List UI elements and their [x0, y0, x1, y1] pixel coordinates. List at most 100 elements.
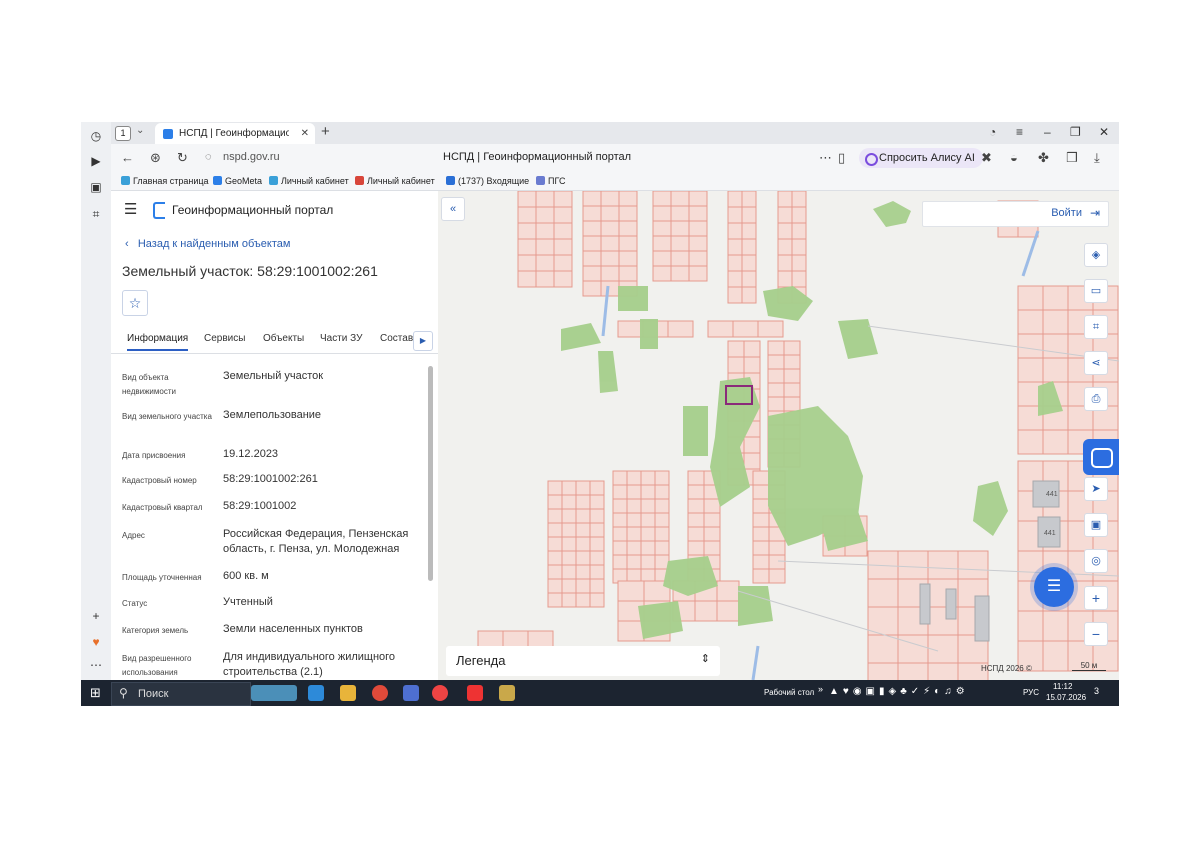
- share-icon[interactable]: ⋖: [1084, 351, 1108, 375]
- heart-icon[interactable]: ♥: [88, 634, 104, 650]
- weather-widget-icon[interactable]: [251, 685, 297, 701]
- screenshot-icon[interactable]: ⌗: [88, 206, 104, 222]
- desktop-label[interactable]: Рабочий стол: [764, 688, 814, 697]
- bookmark-item[interactable]: Личный кабинет: [269, 176, 349, 186]
- parcel: [707, 320, 734, 338]
- notifications-badge[interactable]: 3: [1094, 686, 1099, 696]
- tab-parts[interactable]: Части ЗУ: [320, 333, 362, 344]
- tab-services[interactable]: Сервисы: [204, 333, 245, 344]
- parcel: [727, 340, 745, 358]
- tab-bar: 1 ⌄ НСПД | Геоинформационі ✕ + ◔ ≡ – ❐ ✕: [111, 122, 1119, 144]
- parcel: [667, 320, 694, 338]
- parcel: [1042, 333, 1069, 359]
- tabs-scroll-right-icon[interactable]: ▶: [413, 331, 433, 351]
- collapse-panel-icon[interactable]: «: [441, 197, 465, 221]
- menu-icon[interactable]: ☰: [124, 200, 137, 218]
- assistant-chat-button[interactable]: ☰: [1034, 567, 1074, 607]
- taskbar-search[interactable]: ⚲ Поиск: [111, 682, 251, 706]
- reload-icon[interactable]: ↻: [177, 150, 188, 166]
- tab-nspd[interactable]: НСПД | Геоинформационі ✕: [155, 123, 315, 144]
- parcel: [743, 356, 761, 374]
- edge-icon[interactable]: [308, 685, 324, 701]
- more-dots-icon[interactable]: ⋯: [819, 150, 832, 166]
- collections-icon[interactable]: ❒: [1066, 150, 1078, 166]
- locate-icon[interactable]: ◎: [1084, 549, 1108, 573]
- bookmark-icon[interactable]: ▯: [838, 150, 845, 166]
- ruler-icon[interactable]: ▭: [1084, 279, 1108, 303]
- extensions-icon[interactable]: ✤: [1038, 150, 1049, 166]
- tab-composition[interactable]: Состав: [380, 333, 413, 344]
- navigate-icon[interactable]: ➤: [1084, 477, 1108, 501]
- parcel: [688, 191, 708, 207]
- parcel: [783, 382, 801, 398]
- bookmark-item[interactable]: Личный кабинет: [355, 176, 435, 186]
- parcel: [575, 536, 591, 552]
- restore-icon[interactable]: ❐: [1070, 125, 1081, 139]
- close-window-icon[interactable]: ✕: [1099, 125, 1109, 139]
- bookmark-item[interactable]: Главная страница: [121, 176, 209, 186]
- tab-count-badge[interactable]: 1: [115, 126, 131, 141]
- back-to-results-link[interactable]: ‹ Назад к найденным объектам: [125, 238, 290, 250]
- tray-icons[interactable]: ▲♥◉▣▮◈♣✓⚡◐♫⚙: [829, 686, 969, 697]
- minimize-icon[interactable]: –: [1044, 125, 1051, 139]
- login-button[interactable]: Войти ⇥: [922, 201, 1109, 227]
- field-value: 58:29:1001002:261: [223, 473, 318, 485]
- history-icon[interactable]: ◷: [88, 128, 104, 144]
- tab-objects[interactable]: Объекты: [263, 333, 304, 344]
- protect-icon[interactable]: ⊛: [150, 150, 161, 166]
- parcel: [626, 470, 642, 486]
- chrome-icon[interactable]: [372, 685, 388, 701]
- app-icon[interactable]: [499, 685, 515, 701]
- explorer-icon[interactable]: [340, 685, 356, 701]
- download-icon[interactable]: ⤓: [1094, 150, 1100, 166]
- help-chat-icon[interactable]: [1083, 439, 1119, 475]
- layers-icon[interactable]: ◈: [1084, 243, 1108, 267]
- parcel: [652, 191, 672, 207]
- add-icon[interactable]: +: [88, 608, 104, 624]
- save-app-icon[interactable]: [403, 685, 419, 701]
- overflow-chevrons-icon[interactable]: »: [818, 684, 823, 694]
- object-info-panel: ☰ Геоинформационный портал ‹ Назад к най…: [111, 191, 438, 680]
- language-indicator[interactable]: РУС: [1023, 688, 1039, 697]
- parcel: [687, 470, 705, 486]
- tab-counter-icon[interactable]: ▣: [88, 179, 104, 195]
- bookmark-item[interactable]: (1737) Входящие: [446, 176, 529, 186]
- minimap-icon[interactable]: ▣: [1084, 513, 1108, 537]
- legend-dropdown[interactable]: Легенда ⇕: [446, 646, 720, 676]
- profile-icon[interactable]: ◔: [989, 125, 996, 139]
- new-tab-icon[interactable]: +: [321, 123, 330, 140]
- select-area-icon[interactable]: ⌗: [1084, 315, 1108, 339]
- print-icon[interactable]: ⎙: [1084, 387, 1108, 411]
- close-tab-icon[interactable]: ✕: [301, 123, 309, 144]
- bookmark-item[interactable]: ПГС: [536, 176, 565, 186]
- zoom-out-button[interactable]: −: [1084, 622, 1108, 646]
- parcel: [618, 191, 638, 207]
- menu-icon[interactable]: ≡: [1016, 125, 1023, 139]
- parcel: [867, 662, 899, 680]
- back-arrow-icon[interactable]: ←: [121, 150, 134, 165]
- zoom-in-button[interactable]: +: [1084, 586, 1108, 610]
- extension-k-icon[interactable]: ✖: [981, 150, 992, 166]
- parcel: [752, 470, 770, 486]
- map-view[interactable]: 441 441 « Войти ⇥ ◈ ▭ ⌗ ⋖ ⎙ ➤ ▣ ◎ + − ☰ …: [438, 191, 1119, 680]
- parcel: [561, 480, 577, 496]
- url-field[interactable]: nspd.gov.ru: [223, 151, 280, 163]
- chevron-down-icon[interactable]: ⌄: [136, 125, 144, 136]
- yandex-browser-icon[interactable]: [432, 685, 448, 701]
- tab-information[interactable]: Информация: [127, 333, 189, 351]
- parcel: [652, 235, 672, 252]
- windows-taskbar: ⊞ ⚲ Поиск Рабочий стол » ▲♥◉▣▮◈♣✓⚡◐♫⚙ РУ…: [81, 680, 1119, 706]
- yandex-icon[interactable]: [467, 685, 483, 701]
- panel-scrollbar[interactable]: [428, 366, 433, 581]
- parcel: [553, 191, 573, 208]
- clock-date[interactable]: 15.07.2026: [1046, 693, 1086, 702]
- clock-time[interactable]: 11:12: [1053, 682, 1072, 691]
- more-icon[interactable]: ⋯: [88, 657, 104, 673]
- parcel: [783, 368, 801, 384]
- bookmark-item[interactable]: GeoMeta: [213, 176, 262, 186]
- play-icon[interactable]: ▶: [88, 153, 104, 169]
- vpn-icon[interactable]: ◒: [1010, 150, 1018, 165]
- windows-start-icon[interactable]: ⊞: [90, 685, 101, 701]
- alice-button[interactable]: Спросить Алису AI: [859, 148, 983, 168]
- favorite-star-button[interactable]: ☆: [122, 290, 148, 316]
